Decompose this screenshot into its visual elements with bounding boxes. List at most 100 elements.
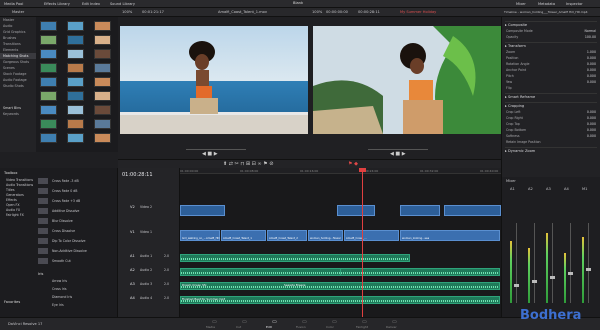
inspector-value[interactable]: 0.000: [587, 80, 596, 84]
video-clip-v2[interactable]: [400, 205, 440, 216]
flag-icon[interactable]: ⚑ ◆: [348, 161, 358, 167]
timeline-play-icon[interactable]: ◀ ■ ▶: [390, 151, 406, 157]
inspector-value[interactable]: 0.000: [587, 128, 596, 132]
tab-effects-library[interactable]: Effects Library: [44, 1, 70, 7]
media-thumbnail[interactable]: [94, 119, 111, 129]
effects-category[interactable]: Generators: [6, 193, 24, 197]
fader-knob[interactable]: [568, 272, 573, 275]
page-icon-edit[interactable]: ▭: [272, 319, 277, 325]
inspector-value[interactable]: 1.000: [587, 50, 596, 54]
media-thumbnail[interactable]: [67, 119, 84, 129]
video-clip[interactable]: woman_looking...sea: [400, 230, 500, 241]
tab-media-pool[interactable]: Media Pool: [4, 1, 23, 7]
sidebar-item[interactable]: Studio Shots: [0, 83, 36, 89]
video-clip-v2[interactable]: [444, 205, 501, 216]
tab-sound-library[interactable]: Sound Library: [110, 1, 135, 7]
media-thumbnail[interactable]: [40, 21, 57, 31]
source-clip-name[interactable]: Amalfi_Coast_Talent_1.mov: [218, 10, 267, 14]
page-icon-cut[interactable]: ▭: [242, 319, 247, 325]
media-thumbnail[interactable]: [67, 21, 84, 31]
page-label[interactable]: Color: [326, 325, 334, 329]
media-thumbnail[interactable]: [67, 63, 84, 73]
video-clip[interactable]: Amalfi_Coast_Talent_1: [221, 230, 266, 241]
transition-item[interactable]: Dip To Color Dissolve: [52, 239, 85, 243]
media-thumbnail[interactable]: [94, 63, 111, 73]
iris-item[interactable]: Arrow Iris: [52, 279, 67, 283]
inspector-section-cropping[interactable]: ▸ Cropping: [505, 102, 597, 108]
media-thumbnail[interactable]: [67, 91, 84, 101]
transition-item[interactable]: Cross Fade 0 dB: [52, 189, 78, 193]
video-clip[interactable]: Amalfi_Coast_Talent_2: [267, 230, 307, 241]
media-thumbnail[interactable]: [40, 63, 57, 73]
fader-knob[interactable]: [586, 268, 591, 271]
video-clip[interactable]: woman_holding...flower: [308, 230, 343, 241]
tab-edit-index[interactable]: Edit Index: [82, 1, 100, 7]
tab-mixer[interactable]: Mixer: [516, 1, 526, 7]
media-thumbnail[interactable]: [67, 77, 84, 87]
effects-category[interactable]: Audio Transitions: [6, 183, 33, 187]
audio-clip[interactable]: [180, 254, 410, 262]
media-thumbnail[interactable]: [40, 133, 57, 143]
media-thumbnail[interactable]: [94, 133, 111, 143]
media-thumbnail[interactable]: [94, 91, 111, 101]
page-label[interactable]: Deliver: [386, 325, 397, 329]
playhead[interactable]: [362, 168, 363, 317]
tab-inspector[interactable]: Inspector: [566, 1, 583, 7]
media-thumbnail[interactable]: [94, 49, 111, 59]
audio-clip[interactable]: [180, 296, 500, 304]
fader-knob[interactable]: [514, 284, 519, 287]
source-play-icon[interactable]: ◀ ■ ▶: [202, 151, 218, 157]
keywords-item[interactable]: Keywords: [0, 111, 36, 117]
inspector-value[interactable]: Normal: [584, 29, 596, 33]
fader-knob[interactable]: [550, 276, 555, 279]
inspector-section-smart-reframe[interactable]: ▸ Smart Reframe: [505, 93, 597, 99]
audio-clip[interactable]: [180, 282, 500, 290]
source-scrubber[interactable]: [186, 149, 246, 150]
inspector-value[interactable]: 0.000: [587, 134, 596, 138]
timeline-scrubber[interactable]: [368, 149, 428, 150]
transition-item[interactable]: Cross Fade -3 dB: [52, 179, 79, 183]
page-label[interactable]: Fusion: [296, 325, 306, 329]
video-clip[interactable]: Amalfi_Coast_...: [344, 230, 399, 241]
selection-tool-icon[interactable]: ⬆ ⇄ ✂ ⊓ ⊞ ⊟ ∞ ⚑ ⊘: [223, 161, 273, 167]
transition-item[interactable]: Non-Additive Dissolve: [52, 249, 87, 253]
media-thumbnail[interactable]: [40, 77, 57, 87]
effects-category[interactable]: Titles: [6, 188, 15, 192]
transition-item[interactable]: Additive Dissolve: [52, 209, 79, 213]
page-label[interactable]: Edit: [266, 325, 272, 329]
iris-item[interactable]: Diamond Iris: [52, 295, 72, 299]
video-clip-v2[interactable]: [180, 205, 225, 216]
inspector-section-dynamic-zoom[interactable]: ▸ Dynamic Zoom: [505, 147, 597, 153]
timeline-zoom[interactable]: 100%: [312, 10, 322, 14]
timeline-viewer[interactable]: [313, 26, 501, 134]
fader-knob[interactable]: [532, 280, 537, 283]
source-viewer[interactable]: [120, 26, 308, 134]
media-thumbnail[interactable]: [67, 49, 84, 59]
media-thumbnail[interactable]: [40, 49, 57, 59]
inspector-value[interactable]: 0.000: [587, 56, 596, 60]
transition-item[interactable]: Blur Dissolve: [52, 219, 73, 223]
inspector-section-transform[interactable]: ▸ Transform: [505, 42, 597, 48]
media-thumbnail[interactable]: [94, 77, 111, 87]
media-thumbnail[interactable]: [67, 105, 84, 115]
media-thumbnail[interactable]: [40, 35, 57, 45]
video-clip-v2[interactable]: [337, 205, 375, 216]
inspector-value[interactable]: 0.000: [587, 68, 596, 72]
page-label[interactable]: Cut: [236, 325, 241, 329]
page-label[interactable]: Media: [206, 325, 215, 329]
inspector-value[interactable]: 100.00: [585, 35, 596, 39]
inspector-value[interactable]: 0.000: [587, 116, 596, 120]
effects-category[interactable]: Audio FX: [6, 208, 20, 212]
tab-metadata[interactable]: Metadata: [538, 1, 555, 7]
inspector-section-composite[interactable]: ▸ Composite: [505, 21, 597, 27]
media-thumbnail[interactable]: [40, 91, 57, 101]
iris-item[interactable]: Eye Iris: [52, 303, 64, 307]
media-thumbnail[interactable]: [94, 21, 111, 31]
source-zoom[interactable]: 100%: [122, 10, 132, 14]
playhead-handle[interactable]: [359, 168, 366, 172]
media-thumbnail[interactable]: [94, 35, 111, 45]
media-thumbnail[interactable]: [67, 133, 84, 143]
effects-category[interactable]: Video Transitions: [6, 178, 33, 182]
inspector-value[interactable]: 0.000: [587, 62, 596, 66]
inspector-value[interactable]: 0.000: [587, 110, 596, 114]
